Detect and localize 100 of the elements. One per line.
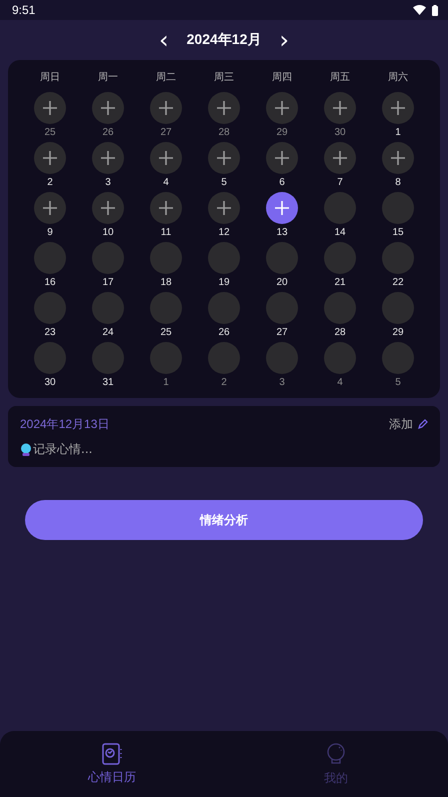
add-mood-button[interactable]	[92, 192, 124, 224]
day-circle[interactable]	[92, 242, 124, 274]
add-mood-button[interactable]	[266, 92, 298, 124]
day-number: 23	[44, 327, 56, 338]
day-number: 4	[163, 177, 169, 188]
plus-icon	[216, 200, 232, 216]
day-number: 2	[221, 377, 227, 388]
day-circle[interactable]	[382, 342, 414, 374]
day-circle[interactable]	[92, 292, 124, 324]
day-number: 27	[276, 327, 288, 338]
day-circle[interactable]	[150, 242, 182, 274]
day-circle[interactable]	[382, 192, 414, 224]
day-number: 1	[395, 127, 401, 138]
day-number: 3	[279, 377, 285, 388]
plus-icon	[390, 100, 406, 116]
pencil-icon	[417, 419, 428, 430]
plus-icon	[216, 150, 232, 166]
add-mood-button[interactable]	[208, 192, 240, 224]
day-number: 7	[337, 177, 343, 188]
day-number: 5	[221, 177, 227, 188]
day-circle[interactable]	[34, 242, 66, 274]
add-mood-button[interactable]	[92, 142, 124, 174]
add-mood-button[interactable]	[382, 142, 414, 174]
day-number: 19	[218, 277, 230, 288]
plus-icon	[332, 150, 348, 166]
day-circle[interactable]	[382, 292, 414, 324]
day-number: 27	[160, 127, 172, 138]
plus-icon	[42, 200, 58, 216]
add-note-button[interactable]: 添加	[389, 416, 428, 433]
add-mood-button[interactable]	[34, 142, 66, 174]
day-number: 6	[279, 177, 285, 188]
day-circle[interactable]	[324, 242, 356, 274]
plus-icon	[158, 150, 174, 166]
day-number: 30	[334, 127, 346, 138]
diary-icon	[101, 742, 123, 764]
day-circle[interactable]	[266, 292, 298, 324]
day-number: 30	[44, 377, 56, 388]
mood-placeholder[interactable]: 记录心情...	[33, 441, 92, 458]
day-circle[interactable]	[266, 242, 298, 274]
weekday-label: 周一	[97, 71, 119, 85]
crystal-ball-icon	[20, 443, 32, 456]
add-mood-button[interactable]	[266, 192, 298, 224]
wifi-icon	[413, 5, 426, 15]
day-circle[interactable]	[92, 342, 124, 374]
day-number: 13	[276, 227, 288, 238]
day-number: 26	[102, 127, 114, 138]
weekday-label: 周六	[387, 70, 409, 85]
day-circle[interactable]	[324, 342, 356, 374]
weekday-label: 周五	[329, 71, 351, 85]
day-circle[interactable]	[34, 292, 66, 324]
day-circle[interactable]	[324, 292, 356, 324]
day-number: 25	[44, 127, 56, 138]
day-circle[interactable]	[34, 342, 66, 374]
add-mood-button[interactable]	[34, 92, 66, 124]
day-circle[interactable]	[208, 242, 240, 274]
add-mood-button[interactable]	[34, 192, 66, 224]
add-mood-button[interactable]	[324, 142, 356, 174]
day-number: 29	[392, 327, 404, 338]
day-circle[interactable]	[382, 242, 414, 274]
add-mood-button[interactable]	[150, 92, 182, 124]
day-number: 10	[102, 227, 114, 238]
plus-icon	[274, 150, 290, 166]
add-mood-button[interactable]	[150, 142, 182, 174]
day-number: 8	[395, 177, 401, 188]
day-number: 4	[337, 377, 343, 388]
add-mood-button[interactable]	[324, 92, 356, 124]
next-month-button[interactable]: ›	[275, 28, 293, 52]
day-number: 3	[105, 177, 111, 188]
day-circle[interactable]	[324, 192, 356, 224]
day-circle[interactable]	[150, 292, 182, 324]
day-circle[interactable]	[208, 292, 240, 324]
day-number: 9	[47, 227, 53, 238]
add-mood-button[interactable]	[382, 92, 414, 124]
plus-icon	[100, 150, 116, 166]
add-mood-button[interactable]	[266, 142, 298, 174]
day-number: 15	[392, 227, 404, 238]
day-number: 26	[218, 327, 230, 338]
add-mood-button[interactable]	[92, 92, 124, 124]
plus-icon	[274, 100, 290, 116]
day-number: 21	[334, 277, 346, 288]
day-number: 12	[218, 227, 230, 238]
day-number: 14	[334, 227, 346, 238]
day-number: 2	[47, 177, 53, 188]
add-mood-button[interactable]	[208, 92, 240, 124]
day-circle[interactable]	[208, 342, 240, 374]
plus-icon	[390, 150, 406, 166]
plus-icon	[100, 100, 116, 116]
plus-icon	[100, 200, 116, 216]
weekday-label: 周四	[271, 71, 293, 85]
add-mood-button[interactable]	[150, 192, 182, 224]
nav-tab[interactable]: 心情日历	[52, 731, 172, 797]
plus-icon	[42, 150, 58, 166]
add-mood-button[interactable]	[208, 142, 240, 174]
day-number: 31	[102, 377, 114, 388]
mood-analysis-button[interactable]: 情绪分析	[25, 500, 423, 540]
plus-icon	[332, 100, 348, 116]
day-circle[interactable]	[150, 342, 182, 374]
day-circle[interactable]	[266, 342, 298, 374]
weekday-label: 周日	[39, 71, 61, 85]
previous-month-button[interactable]: ‹	[155, 28, 173, 52]
